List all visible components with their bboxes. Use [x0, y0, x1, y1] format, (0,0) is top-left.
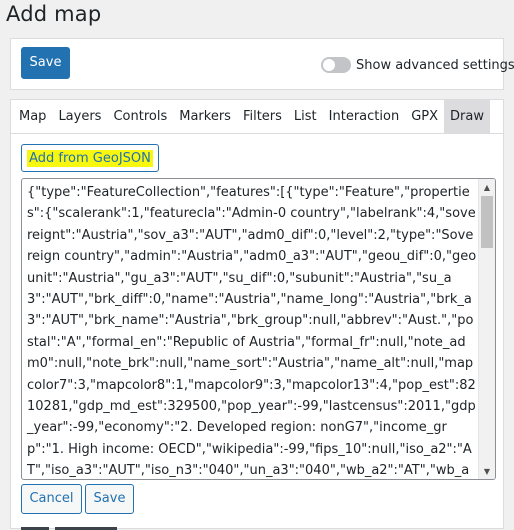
tab-bar: Map Layers Controls Markers Filters List… [11, 100, 503, 134]
map-settings-panel: Map Layers Controls Markers Filters List… [10, 99, 504, 530]
scroll-thumb[interactable] [481, 196, 493, 248]
draw-save-button[interactable]: Save [85, 484, 134, 514]
tab-gpx[interactable]: GPX [405, 100, 444, 133]
add-from-geojson-button[interactable]: Add from GeoJSON [21, 144, 159, 172]
tab-map[interactable]: Map [11, 100, 52, 133]
page-title: Add map [6, 2, 102, 26]
tab-interaction[interactable]: Interaction [323, 100, 406, 133]
tab-filters[interactable]: Filters [237, 100, 288, 133]
geojson-text: {"type":"FeatureCollection","features":[… [27, 185, 477, 479]
advanced-settings-toggle-wrap[interactable]: Show advanced settings [321, 56, 514, 74]
tab-layers[interactable]: Layers [52, 100, 107, 133]
cancel-button[interactable]: Cancel [21, 484, 82, 514]
advanced-settings-label[interactable]: Show advanced settings [356, 58, 514, 73]
cut-off-text [21, 516, 141, 530]
advanced-settings-toggle[interactable] [321, 57, 351, 73]
scroll-up-arrow-icon[interactable]: ▲ [479, 179, 495, 195]
geojson-textarea[interactable]: {"type":"FeatureCollection","features":[… [21, 178, 496, 480]
textarea-scrollbar[interactable]: ▲ ▼ [478, 179, 495, 479]
tab-controls[interactable]: Controls [107, 100, 173, 133]
tab-markers[interactable]: Markers [173, 100, 237, 133]
scroll-down-arrow-icon[interactable]: ▼ [479, 463, 495, 479]
add-from-geojson-label: Add from GeoJSON [27, 149, 153, 167]
save-button[interactable]: Save [21, 47, 70, 79]
tab-list[interactable]: List [288, 100, 323, 133]
top-toolbar: Save Show advanced settings [10, 38, 514, 90]
tab-draw[interactable]: Draw [444, 100, 490, 133]
